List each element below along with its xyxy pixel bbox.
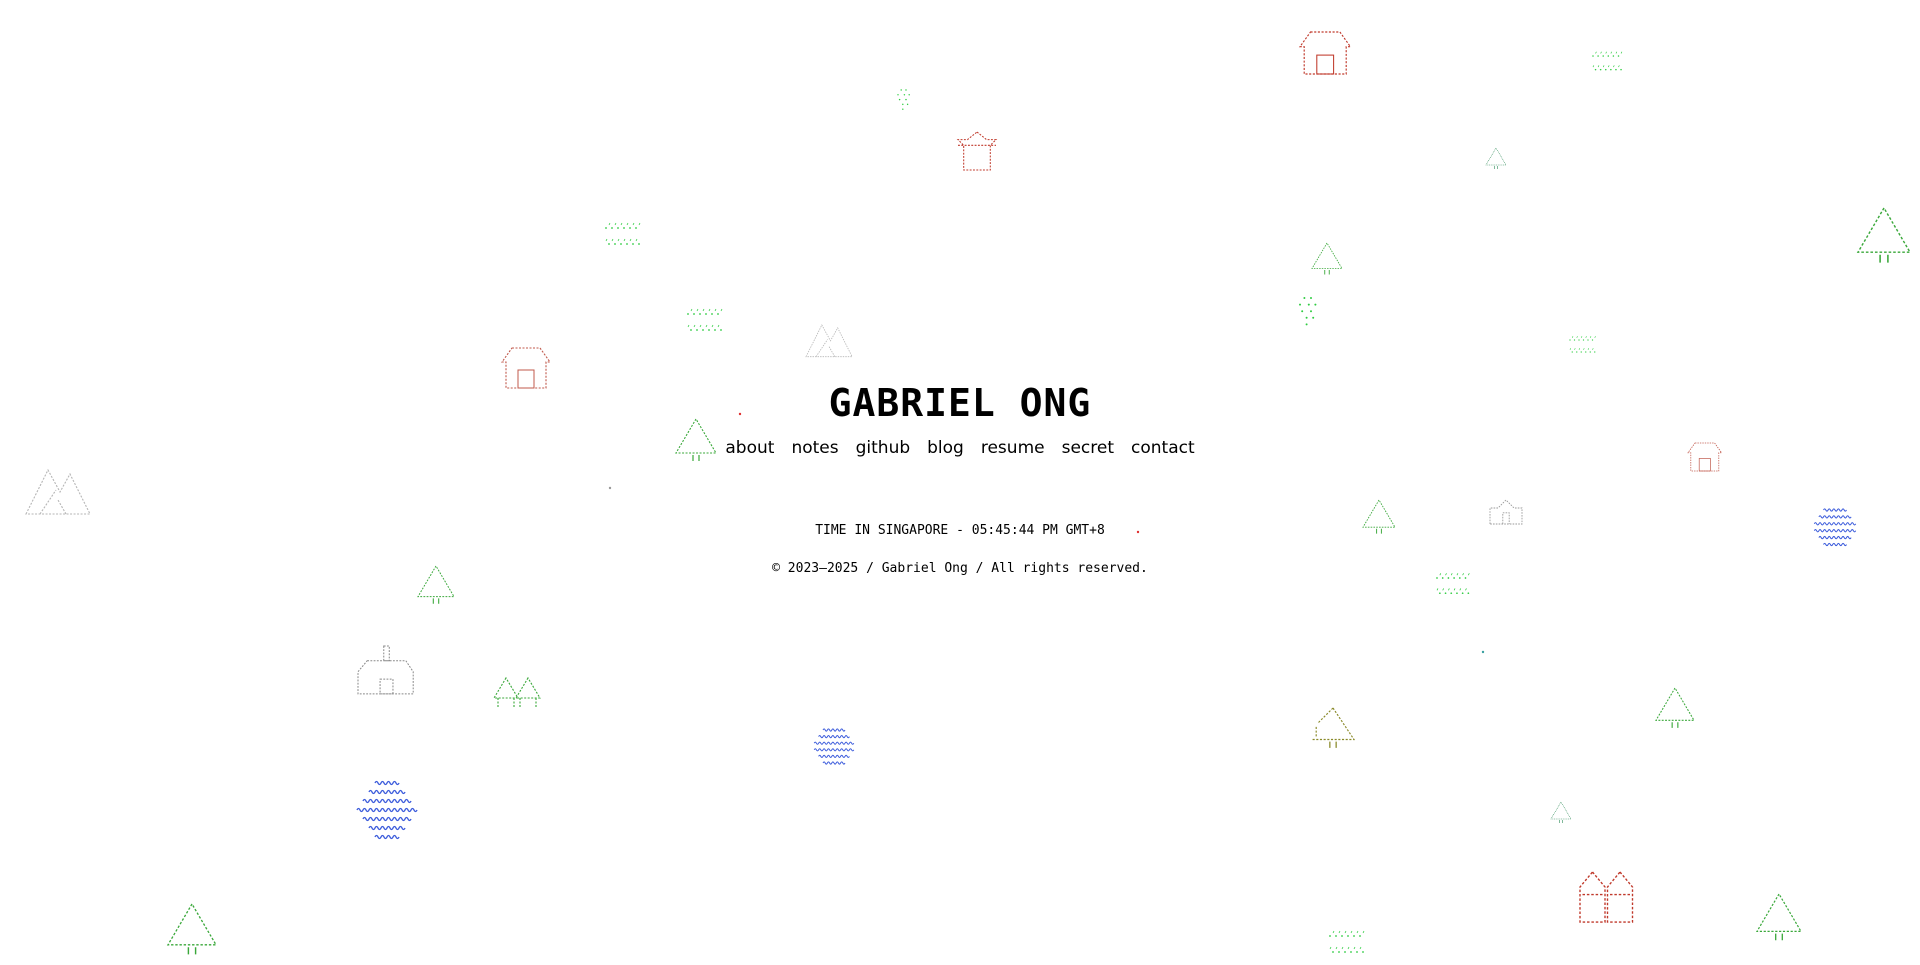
grass-icon	[1569, 336, 1596, 353]
grass-icon	[1329, 930, 1365, 953]
nav-link-secret[interactable]: secret	[1062, 436, 1114, 460]
tree-icon	[166, 902, 218, 955]
singapore-time: TIME IN SINGAPORE - 05:45:44 PM GMT+8	[815, 523, 1105, 538]
nav-link-about[interactable]: about	[725, 436, 774, 460]
shrub-icon	[1299, 297, 1317, 326]
nav-link-blog[interactable]: blog	[927, 436, 964, 460]
copyright-notice: © 2023–2025 / Gabriel Ong / All rights r…	[772, 561, 1148, 576]
nav-link-github[interactable]: github	[856, 436, 911, 460]
grass-icon	[605, 222, 641, 245]
nav-link-resume[interactable]: resume	[981, 436, 1045, 460]
tree-icon	[1856, 206, 1912, 263]
tree-icon	[1311, 242, 1343, 275]
tree-icon	[1655, 686, 1695, 728]
tent-icon	[493, 676, 541, 708]
mountain-icon	[805, 324, 853, 358]
nav-link-contact[interactable]: contact	[1131, 436, 1195, 460]
grass-icon	[1592, 51, 1623, 71]
house-icon	[956, 131, 998, 171]
nav-link-notes[interactable]: notes	[791, 436, 838, 460]
main-content: GABRIEL ONG about notes github blog resu…	[0, 378, 1920, 578]
church-icon	[357, 645, 414, 695]
water-icon	[356, 780, 418, 840]
grass-icon	[687, 308, 723, 331]
sparkle-icon	[1481, 650, 1485, 654]
tree-icon	[1550, 801, 1572, 823]
tree-icon	[1755, 892, 1803, 941]
page-title: GABRIEL ONG	[828, 381, 1092, 425]
shrub-icon	[897, 89, 910, 110]
tree-icon	[1485, 147, 1507, 169]
house-icon	[1579, 870, 1634, 923]
main-nav: about notes github blog resume secret co…	[0, 436, 1920, 460]
water-icon	[813, 728, 855, 765]
house-icon	[1298, 31, 1352, 75]
tree-icon	[1312, 707, 1356, 748]
